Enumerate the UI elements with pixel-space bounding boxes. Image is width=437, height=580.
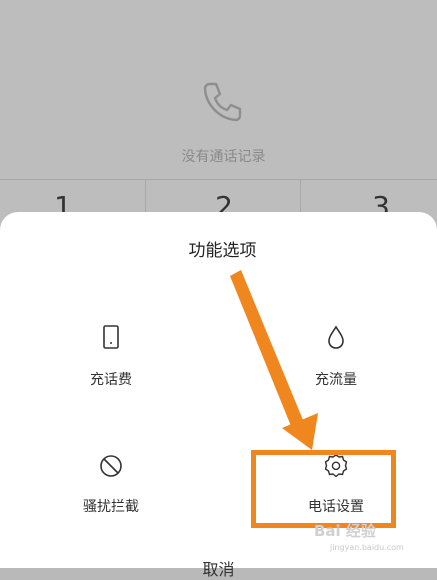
dialpad-divider [0,179,437,180]
sheet-title: 功能选项 [188,241,257,261]
phone-icon [203,82,242,122]
block-icon[interactable] [98,453,124,479]
water-drop-icon[interactable] [323,324,349,350]
option-recharge-credit[interactable]: 充话费 [51,369,171,389]
highlight-box [251,450,396,528]
phone-bill-icon[interactable] [98,324,124,350]
option-recharge-data[interactable]: 充流量 [276,369,396,389]
option-harassment-block[interactable]: 骚扰拦截 [51,496,171,516]
empty-call-log-text: 没有通话记录 [181,149,266,165]
watermark-logo: Bai 经验 [314,522,376,540]
watermark-url: jingyan.baidu.com [330,543,404,552]
cancel-button[interactable]: 取消 [0,556,437,580]
